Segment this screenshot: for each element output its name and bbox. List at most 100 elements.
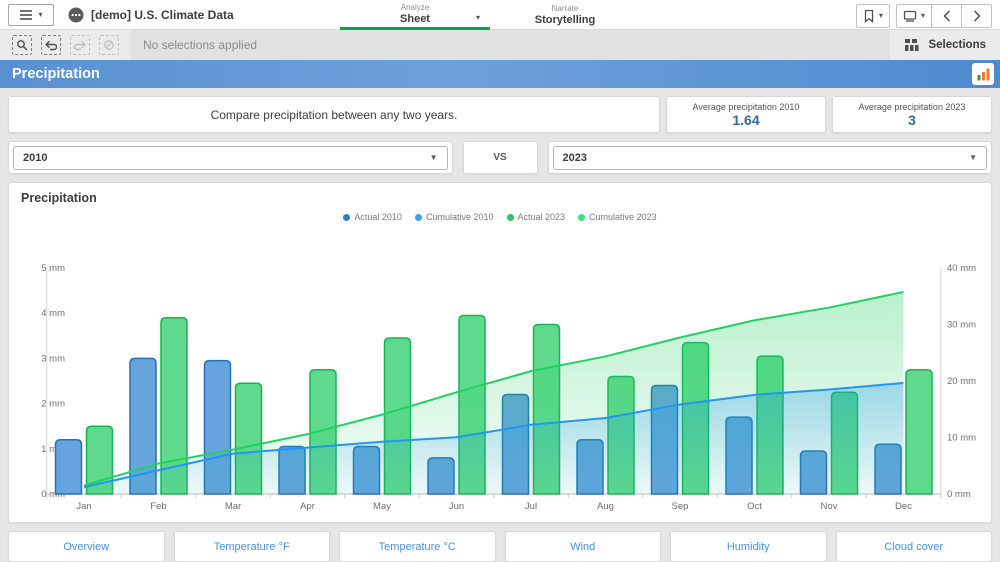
selections-message: No selections applied xyxy=(131,30,890,60)
svg-text:30 mm: 30 mm xyxy=(947,320,976,331)
chevron-down-icon: ▼ xyxy=(969,154,977,162)
svg-text:May: May xyxy=(373,501,391,512)
kpi-value: 3 xyxy=(908,113,916,128)
legend-dot xyxy=(578,214,585,221)
svg-text:Feb: Feb xyxy=(150,501,166,512)
chart-title: Precipitation xyxy=(9,183,991,205)
sheets-button[interactable]: ▾ xyxy=(897,5,931,27)
nav-button-temperature-f[interactable]: Temperature °F xyxy=(174,531,331,562)
year-dropdown-card-right: 2023 ▼ xyxy=(548,141,993,174)
svg-text:20 mm: 20 mm xyxy=(947,376,976,387)
svg-text:40 mm: 40 mm xyxy=(947,263,976,274)
chart-legend: Actual 2010 Cumulative 2010 Actual 2023 … xyxy=(9,205,991,229)
legend-item-actual-2023[interactable]: Actual 2023 xyxy=(507,212,566,222)
step-forward-button[interactable] xyxy=(70,35,90,55)
redo-arrow-icon xyxy=(74,40,86,51)
nav-button-wind[interactable]: Wind xyxy=(505,531,662,562)
top-bar: ▾ [demo] U.S. Climate Data Analyze Sheet… xyxy=(0,0,1000,30)
svg-text:5 mm: 5 mm xyxy=(41,263,65,274)
compare-instruction-text: Compare precipitation between any two ye… xyxy=(8,96,660,133)
dropdown-value: 2010 xyxy=(23,152,47,164)
bookmark-icon xyxy=(863,9,875,23)
svg-text:Jan: Jan xyxy=(76,501,91,512)
smart-search-button[interactable] xyxy=(12,35,32,55)
sheet-header: Precipitation xyxy=(0,60,1000,88)
svg-text:0 mm: 0 mm xyxy=(947,489,971,500)
svg-text:Sep: Sep xyxy=(672,501,689,512)
undo-arrow-icon xyxy=(45,40,57,51)
svg-text:Apr: Apr xyxy=(300,501,315,512)
nav-button-cloud-cover[interactable]: Cloud cover xyxy=(836,531,993,562)
nav-button-overview[interactable]: Overview xyxy=(8,531,165,562)
tab-narrate-storytelling[interactable]: Narrate Storytelling xyxy=(490,0,640,30)
legend-dot xyxy=(343,214,350,221)
svg-text:Dec: Dec xyxy=(895,501,912,512)
app-title: [demo] U.S. Climate Data xyxy=(91,8,234,22)
legend-label: Actual 2010 xyxy=(354,212,402,222)
step-back-button[interactable] xyxy=(41,35,61,55)
legend-dot xyxy=(415,214,422,221)
next-sheet-button[interactable] xyxy=(961,5,991,27)
vs-label: VS xyxy=(463,141,538,174)
legend-label: Actual 2023 xyxy=(518,212,566,222)
svg-text:Aug: Aug xyxy=(597,501,614,512)
global-menu-button[interactable]: ▾ xyxy=(8,4,54,26)
clear-all-icon xyxy=(103,39,115,51)
selections-tool-button[interactable]: Selections xyxy=(890,30,1000,60)
year-dropdown-right[interactable]: 2023 ▼ xyxy=(553,146,988,170)
kpi-avg-precip-2010[interactable]: Average precipitation 2010 1.64 xyxy=(666,96,826,133)
chevron-down-icon: ▾ xyxy=(921,12,925,20)
nav-button-humidity[interactable]: Humidity xyxy=(670,531,827,562)
svg-text:Nov: Nov xyxy=(821,501,838,512)
chart-plot-area[interactable]: 0 mm1 mm2 mm3 mm4 mm5 mm0 mm10 mm20 mm30… xyxy=(9,245,991,522)
kpi-row: Compare precipitation between any two ye… xyxy=(8,96,992,133)
legend-item-cumulative-2010[interactable]: Cumulative 2010 xyxy=(415,212,494,222)
year-dropdown-left[interactable]: 2010 ▼ xyxy=(13,146,448,170)
kpi-value: 1.64 xyxy=(732,113,759,128)
year-selector-row: 2010 ▼ VS 2023 ▼ xyxy=(8,141,992,174)
selections-label: Selections xyxy=(928,39,986,51)
svg-text:2 mm: 2 mm xyxy=(41,399,65,410)
svg-text:Jun: Jun xyxy=(449,501,464,512)
kpi-avg-precip-2023[interactable]: Average precipitation 2023 3 xyxy=(832,96,992,133)
sheet-icon xyxy=(903,10,917,22)
chevron-down-icon: ▾ xyxy=(476,13,480,22)
app-identity[interactable]: [demo] U.S. Climate Data xyxy=(68,7,234,23)
chevron-down-icon: ▾ xyxy=(38,11,42,19)
bar-chart-icon xyxy=(976,67,991,82)
top-actions: ▾ ▾ xyxy=(856,4,992,28)
legend-label: Cumulative 2023 xyxy=(589,212,657,222)
selections-grid-icon xyxy=(904,38,920,52)
svg-text:Oct: Oct xyxy=(747,501,762,512)
tab-label: Sheet xyxy=(400,13,430,25)
nav-button-temperature-c[interactable]: Temperature °C xyxy=(339,531,496,562)
sheet-content: Compare precipitation between any two ye… xyxy=(0,88,1000,562)
legend-item-cumulative-2023[interactable]: Cumulative 2023 xyxy=(578,212,657,222)
combo-chart[interactable]: 0 mm1 mm2 mm3 mm4 mm5 mm0 mm10 mm20 mm30… xyxy=(9,245,987,517)
tab-sub-label: Narrate xyxy=(552,4,579,14)
clear-selections-button[interactable] xyxy=(99,35,119,55)
bookmarks-button[interactable]: ▾ xyxy=(857,5,889,27)
svg-text:Mar: Mar xyxy=(225,501,241,512)
year-dropdown-card-left: 2010 ▼ xyxy=(8,141,453,174)
sheet-nav-row: Overview Temperature °F Temperature °C W… xyxy=(8,531,992,562)
dropdown-value: 2023 xyxy=(563,152,587,164)
tab-sub-label: Analyze xyxy=(401,3,429,13)
tab-analyze-sheet[interactable]: Analyze Sheet ▾ xyxy=(340,0,490,30)
chevron-down-icon: ▼ xyxy=(430,154,438,162)
precipitation-chart-card[interactable]: Precipitation Actual 2010 Cumulative 201… xyxy=(8,182,992,523)
legend-item-actual-2010[interactable]: Actual 2010 xyxy=(343,212,402,222)
search-icon xyxy=(16,39,28,51)
selections-bar: No selections applied Selections xyxy=(0,30,1000,60)
tab-label: Storytelling xyxy=(535,14,596,26)
svg-text:Jul: Jul xyxy=(525,501,537,512)
mode-tabs: Analyze Sheet ▾ Narrate Storytelling xyxy=(340,0,640,30)
svg-text:3 mm: 3 mm xyxy=(41,353,65,364)
svg-text:4 mm: 4 mm xyxy=(41,308,65,319)
sheet-thumbnail-button[interactable] xyxy=(972,63,994,85)
selection-tools xyxy=(0,30,131,60)
chevron-down-icon: ▾ xyxy=(879,12,883,20)
sheet-title: Precipitation xyxy=(12,66,100,82)
previous-sheet-button[interactable] xyxy=(931,5,961,27)
app-ellipsis-icon xyxy=(68,7,84,23)
